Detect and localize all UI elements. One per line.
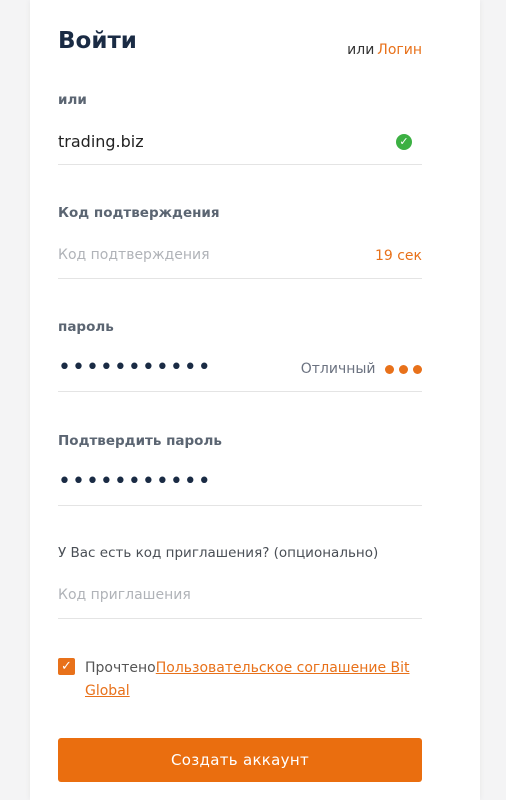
confirm-password-masked-value: ••••••••••• (58, 469, 212, 494)
email-input[interactable] (58, 132, 308, 151)
create-account-button[interactable]: Создать аккаунт (58, 738, 422, 782)
agreement-checkbox[interactable]: ✓ (58, 658, 75, 675)
email-label: или (58, 92, 87, 108)
strength-dot-icon (385, 364, 394, 374)
confirm-password-field[interactable]: ••••••••••• (58, 461, 422, 506)
code-placeholder: Код подтверждения (58, 247, 210, 263)
invite-label: У Вас есть код приглашения? (опционально… (58, 545, 379, 561)
password-strength: Отличный (301, 361, 422, 377)
password-field[interactable]: ••••••••••• Отличный (58, 347, 422, 392)
strength-label: Отличный (300, 361, 376, 377)
form-header: Войти или Логин (58, 28, 422, 68)
agreement-prefix: Прочтено (85, 660, 156, 676)
invite-field[interactable]: Код приглашения (58, 574, 422, 619)
code-field[interactable]: Код подтверждения 19 сек (58, 234, 422, 279)
strength-dot-icon (399, 364, 408, 374)
page-title: Войти (58, 28, 137, 54)
check-circle-icon: ✓ (396, 134, 412, 150)
password-label: пароль (58, 319, 114, 335)
alt-login: или Логин (347, 42, 422, 58)
agreement-text: ПрочтеноПользовательское соглашение Bit … (85, 657, 422, 703)
alt-login-prefix: или (347, 42, 375, 58)
agreement-row: ✓ ПрочтеноПользовательское соглашение Bi… (58, 657, 422, 703)
invite-placeholder: Код приглашения (58, 587, 191, 603)
resend-timer: 19 сек (374, 248, 422, 264)
password-masked-value: ••••••••••• (58, 355, 212, 380)
login-link[interactable]: Логин (377, 42, 422, 58)
email-field[interactable]: ✓ (58, 120, 422, 165)
strength-dot-icon (413, 364, 422, 374)
code-label: Код подтверждения (58, 205, 220, 221)
confirm-password-label: Подтвердить пароль (58, 433, 222, 449)
